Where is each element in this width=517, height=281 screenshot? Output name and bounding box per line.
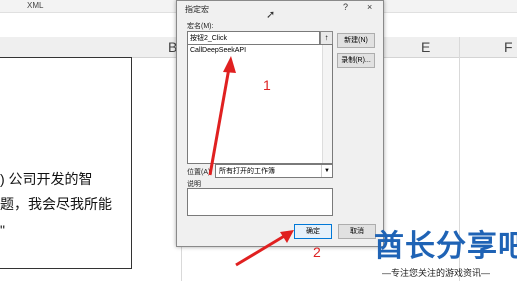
watermark-tagline: —专注您关注的游戏资讯— <box>382 268 491 278</box>
arrow-to-ok <box>235 230 294 267</box>
arrow-to-macro <box>208 56 236 176</box>
watermark-brand: 酋长分享吧 <box>374 230 517 263</box>
step-number-2: 2 <box>313 244 321 260</box>
step-number-1: 1 <box>263 77 271 93</box>
